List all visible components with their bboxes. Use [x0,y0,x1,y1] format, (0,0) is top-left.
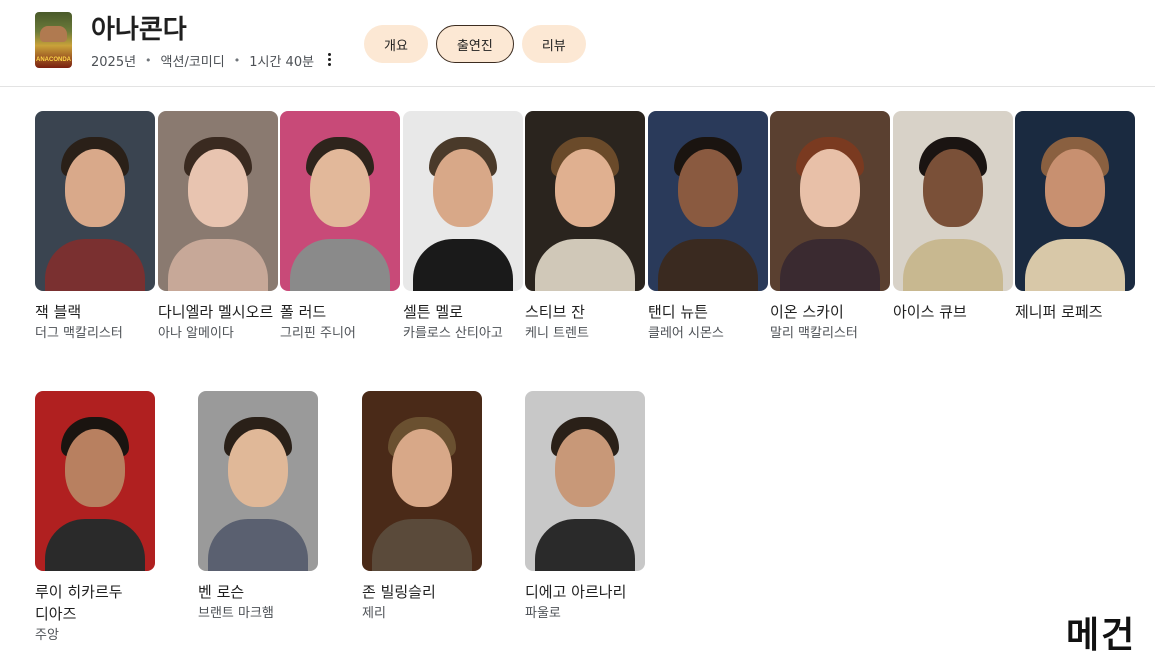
photo-face-shape [923,149,983,227]
more-options-icon[interactable] [323,49,335,69]
photo-body-shape [1025,239,1125,291]
cast-name[interactable]: 제니퍼 로페즈 [1015,301,1135,323]
photo-face-shape [800,149,860,227]
cast-card[interactable]: 제니퍼 로페즈 [1015,111,1135,323]
cast-card[interactable]: 이온 스카이말리 맥칼리스터 [770,111,890,345]
photo-face-shape [310,149,370,227]
photo-body-shape [413,239,513,291]
movie-year: 2025년 [91,55,137,70]
cast-name[interactable]: 이온 스카이 [770,301,890,323]
cast-photo[interactable] [35,111,155,291]
cast-name[interactable]: 벤 로슨 [198,581,318,603]
cast-name[interactable]: 아이스 큐브 [893,301,1013,323]
cast-card[interactable]: 아이스 큐브 [893,111,1013,323]
photo-body-shape [535,239,635,291]
photo-body-shape [290,239,390,291]
photo-body-shape [45,239,145,291]
photo-face-shape [1045,149,1105,227]
photo-body-shape [45,519,145,571]
photo-face-shape [188,149,248,227]
cast-name[interactable]: 스티브 잔 [525,301,645,323]
photo-face-shape [65,149,125,227]
cast-card[interactable]: 스티브 잔케니 트렌트 [525,111,645,345]
cast-role: 클레어 시몬스 [648,326,724,341]
cast-role: 파울로 [525,606,561,621]
photo-body-shape [535,519,635,571]
cast-card[interactable]: 벤 로슨브랜트 마크햄 [198,391,318,625]
tab-reviews[interactable]: 리뷰 [521,25,586,63]
cast-name[interactable]: 존 빌링슬리 [362,581,482,603]
cast-photo[interactable] [158,111,278,291]
tab-overview[interactable]: 개요 [364,25,428,63]
photo-body-shape [780,239,880,291]
cast-photo[interactable] [280,111,400,291]
cast-photo[interactable] [893,111,1013,291]
cast-name[interactable]: 루이 히카르두 디아즈 [35,581,155,625]
title-header: ANACONDA 아나콘다 2025년 • 액션/코미디 • 1시간 40분 개… [0,0,1155,87]
cast-role: 말리 맥칼리스터 [770,326,858,341]
cast-role: 아나 알메이다 [158,326,234,341]
photo-body-shape [372,519,472,571]
tab-cast[interactable]: 출연진 [435,25,514,63]
cast-name[interactable]: 탠디 뉴튼 [648,301,768,323]
tab-bar: 개요 출연진 리뷰 [364,25,586,63]
photo-face-shape [392,429,452,507]
cast-photo[interactable] [525,111,645,291]
cast-photo[interactable] [770,111,890,291]
page-title: 아나콘다 [91,15,187,45]
cast-card[interactable]: 잭 블랙더그 맥칼리스터 [35,111,155,345]
cast-name[interactable]: 셀튼 멜로 [403,301,523,323]
cast-photo[interactable] [1015,111,1135,291]
cast-role: 그리핀 주니어 [280,326,356,341]
cast-card[interactable]: 디에고 아르나리파울로 [525,391,645,625]
photo-body-shape [168,239,268,291]
cast-photo[interactable] [198,391,318,571]
photo-face-shape [433,149,493,227]
photo-body-shape [208,519,308,571]
cast-card[interactable]: 탠디 뉴튼클레어 시몬스 [648,111,768,345]
movie-runtime: 1시간 40분 [249,55,315,70]
meta-separator: • [233,54,241,67]
photo-face-shape [65,429,125,507]
photo-face-shape [555,149,615,227]
cast-card[interactable]: 셀튼 멜로카를로스 산티아고 [403,111,523,345]
cast-role: 더그 맥칼리스터 [35,326,123,341]
cast-name[interactable]: 폴 러드 [280,301,400,323]
cast-photo[interactable] [648,111,768,291]
meta-separator: • [145,54,152,67]
cast-name[interactable]: 디에고 아르나리 [525,581,645,603]
cast-role: 케니 트렌트 [525,326,589,341]
cast-photo[interactable] [525,391,645,571]
cast-card[interactable]: 존 빌링슬리제리 [362,391,482,625]
movie-meta: 2025년 • 액션/코미디 • 1시간 40분 [91,51,314,70]
photo-face-shape [228,429,288,507]
cast-role: 카를로스 산티아고 [403,326,503,341]
cast-role: 제리 [362,606,386,621]
photo-face-shape [555,429,615,507]
poster-logo: ANACONDA [36,57,71,63]
cast-photo[interactable] [35,391,155,571]
cast-name[interactable]: 잭 블랙 [35,301,155,323]
watermark: 메건 [1066,615,1137,656]
cast-card[interactable]: 루이 히카르두 디아즈주앙 [35,391,155,647]
cast-role: 브랜트 마크햄 [198,606,274,621]
movie-poster[interactable]: ANACONDA [35,12,72,68]
cast-name[interactable]: 다니엘라 멜시오르 [158,301,278,323]
cast-photo[interactable] [362,391,482,571]
photo-body-shape [903,239,1003,291]
cast-card[interactable]: 폴 러드그리핀 주니어 [280,111,400,345]
photo-face-shape [678,149,738,227]
cast-photo[interactable] [403,111,523,291]
cast-card[interactable]: 다니엘라 멜시오르아나 알메이다 [158,111,278,345]
movie-genre: 액션/코미디 [160,55,225,70]
poster-figures [40,26,67,42]
photo-body-shape [658,239,758,291]
cast-role: 주앙 [35,628,59,643]
